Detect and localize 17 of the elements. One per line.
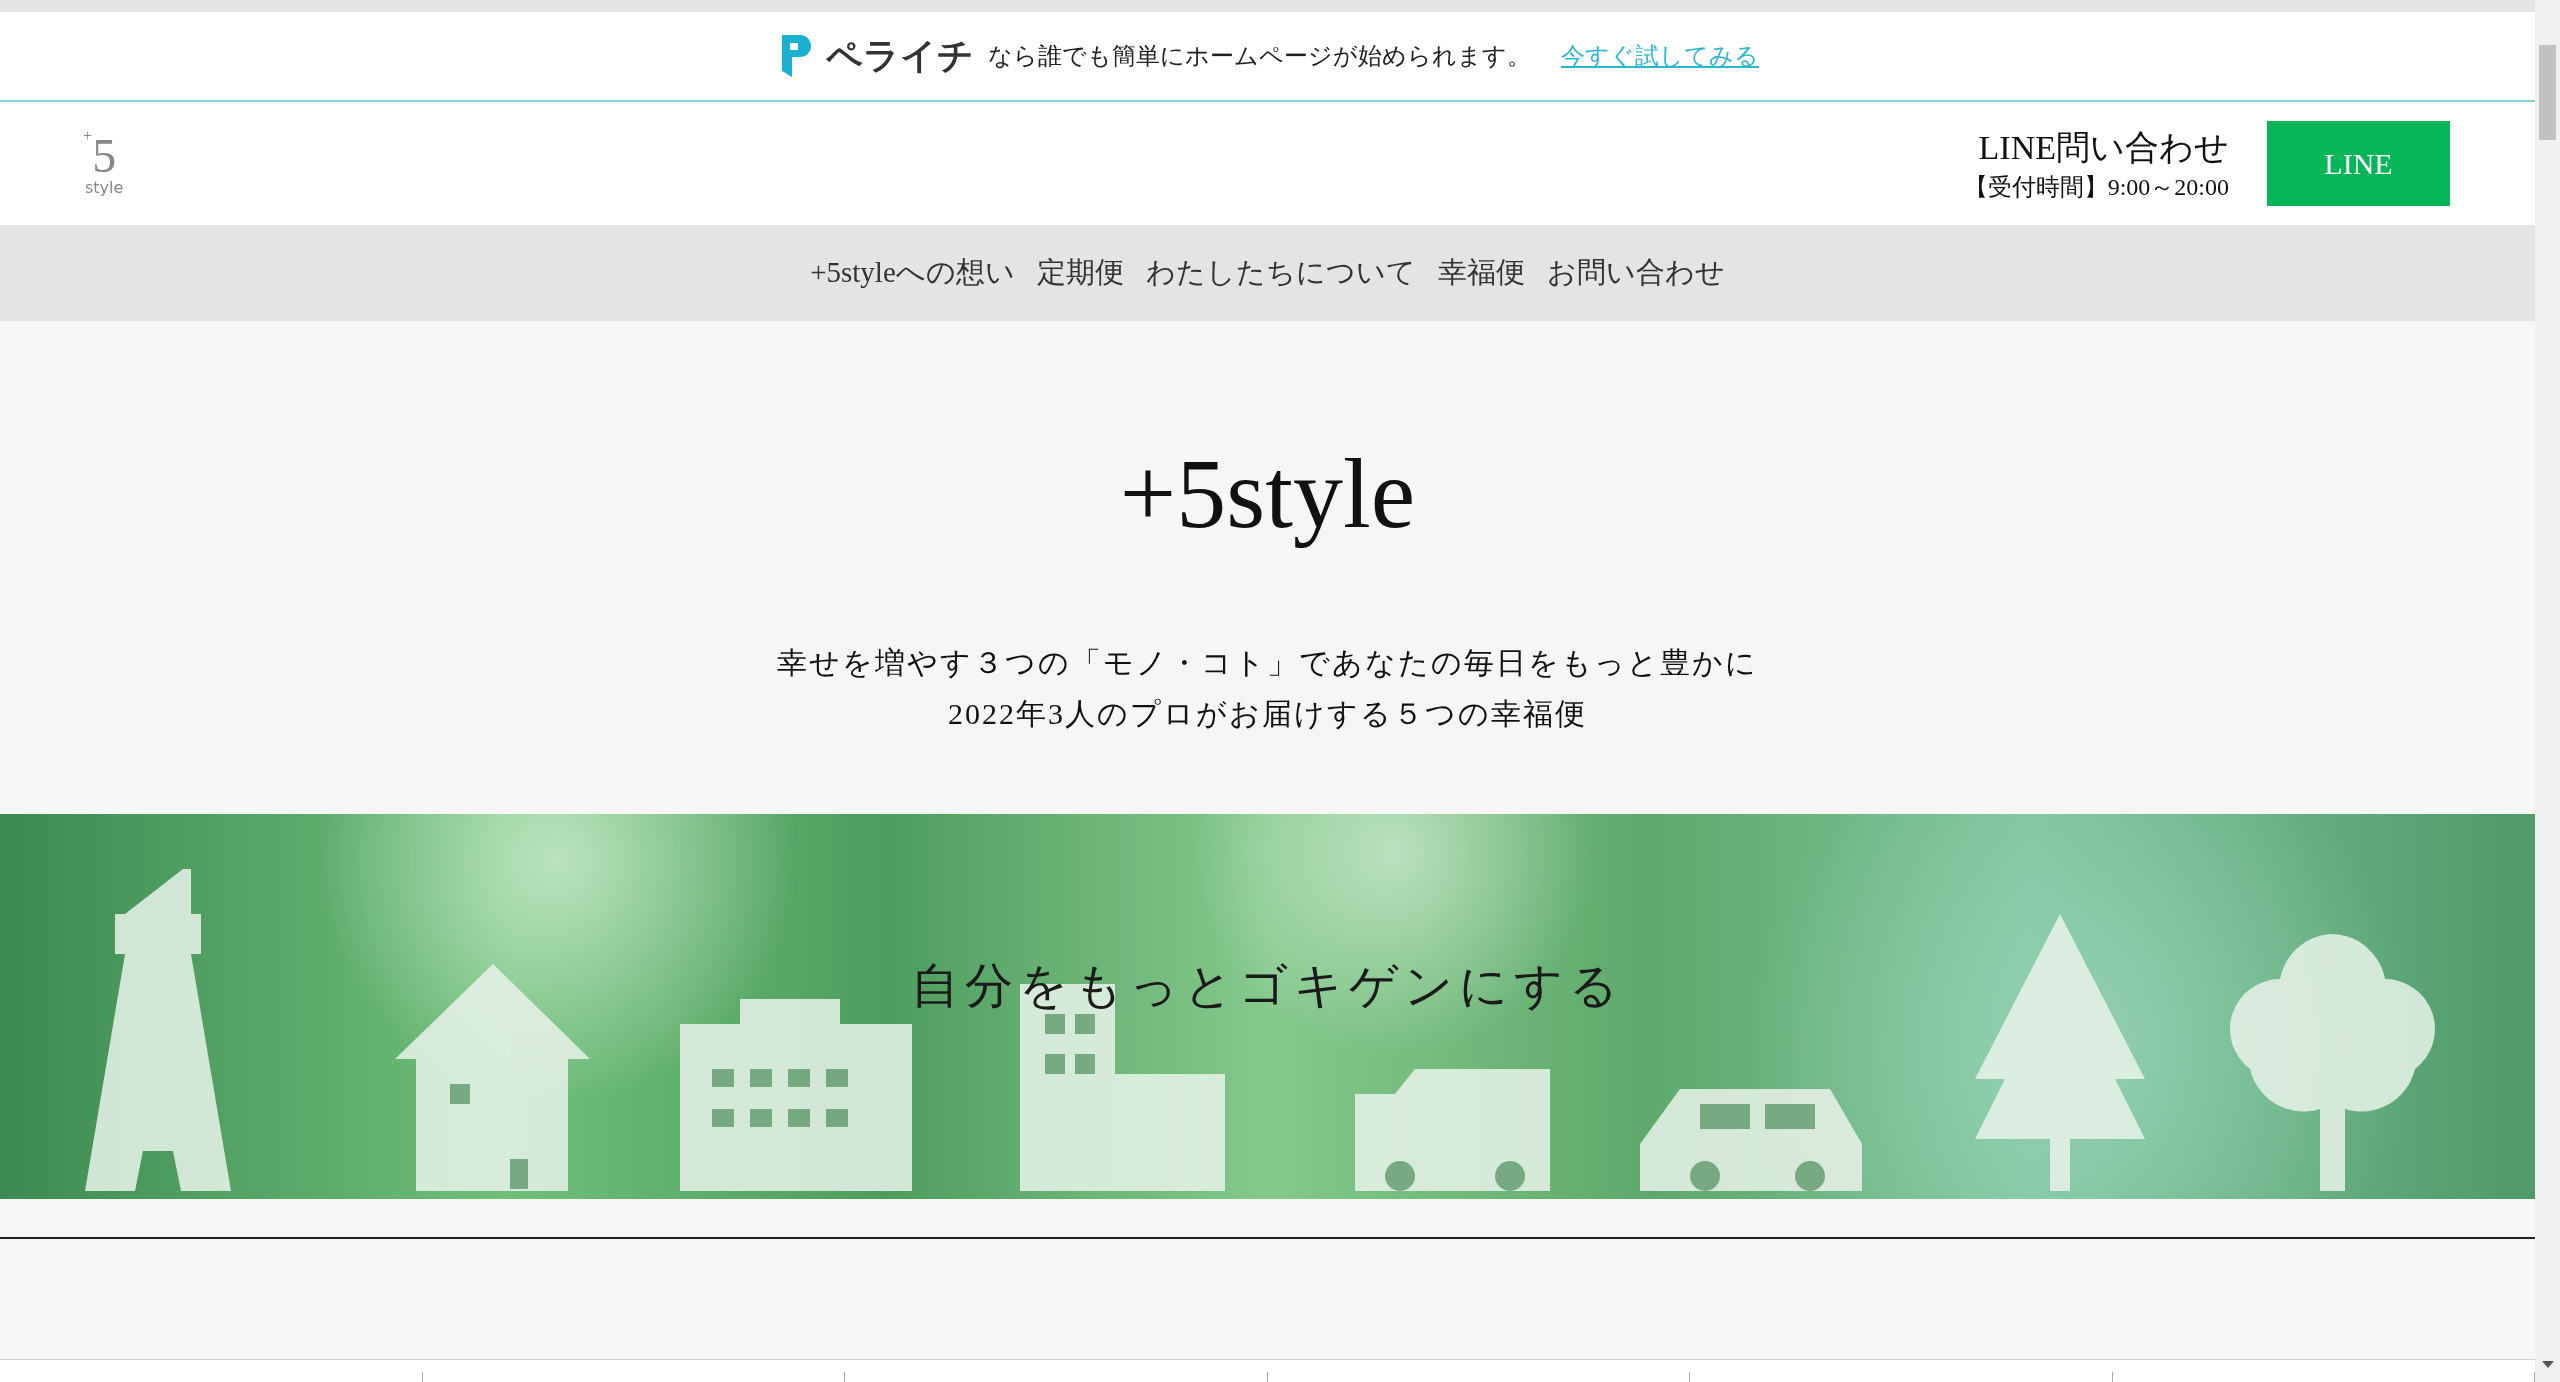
tagline: 2022年3人のプロがお届けする５つの幸福便: [948, 696, 1587, 732]
site-logo[interactable]: +5 style: [85, 131, 124, 196]
nav-link[interactable]: 定期便: [1036, 253, 1124, 293]
scrollbar[interactable]: [2535, 0, 2560, 1382]
promo-message: なら誰でも簡単にホームページが始められます。: [988, 41, 1531, 72]
nav-link[interactable]: +5styleへの想い: [810, 253, 1015, 293]
banner-caption: 自分をもっとゴキゲンにする: [911, 959, 1624, 1012]
tagline: 幸せを増やす３つの「モノ・コト」であなたの毎日をもっと豊かに: [777, 645, 1758, 681]
contact-hours: 【受付時間】9:00～20:00: [1963, 172, 2229, 202]
nav-link[interactable]: 幸福便: [1437, 253, 1525, 293]
site-title: +5style: [1119, 437, 1416, 551]
brand-name: ペライチ: [826, 33, 974, 78]
contact-title: LINE問い合わせ: [1978, 127, 2229, 168]
scrollbar-thumb[interactable]: [2539, 45, 2556, 140]
nav-link[interactable]: お問い合わせ: [1546, 253, 1725, 293]
nav-link[interactable]: わたしたちについて: [1145, 253, 1416, 293]
scroll-down-icon[interactable]: [2542, 1361, 2554, 1368]
